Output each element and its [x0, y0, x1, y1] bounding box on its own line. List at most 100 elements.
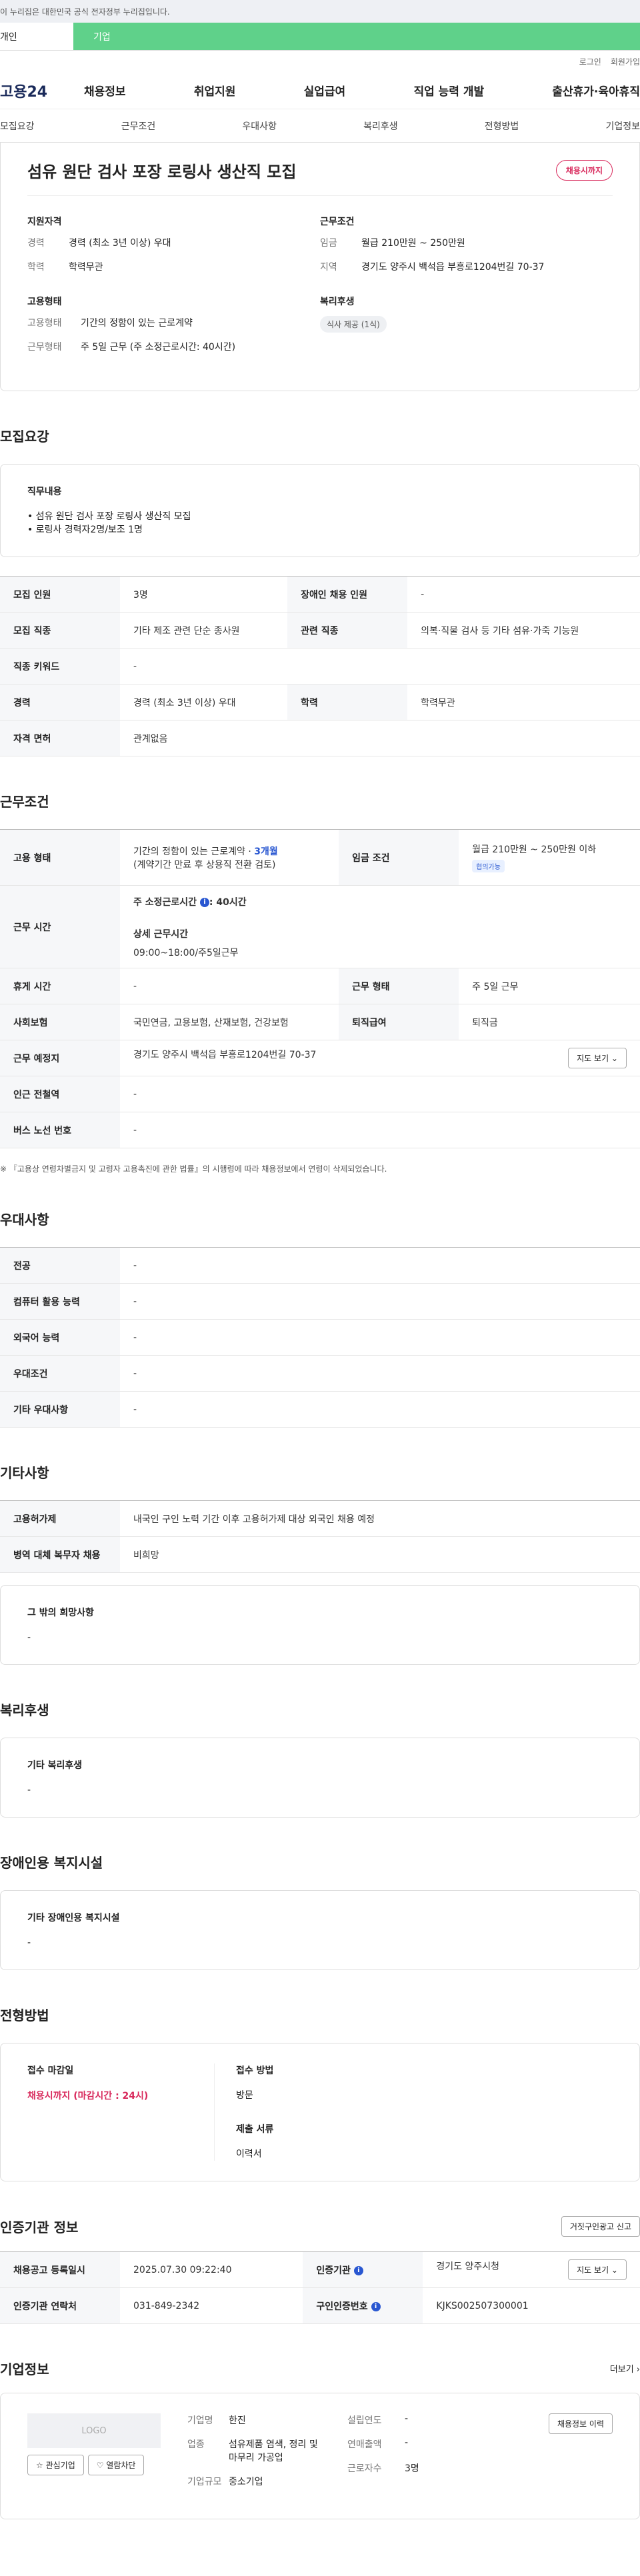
emptype-value: 기간의 정함이 있는 근로계약	[81, 318, 193, 329]
info-icon[interactable]: i	[353, 2265, 363, 2275]
info-icon[interactable]: i	[371, 2301, 381, 2311]
table-row: 전공 -	[0, 1247, 640, 1284]
cname-value: 한진	[229, 2415, 246, 2426]
career-row-value: 경력 (최소 3년 이상) 우대	[120, 684, 288, 720]
docs-title: 제출 서류	[236, 2124, 274, 2135]
docs-value: 이력서	[236, 2149, 262, 2159]
subway-label: 인근 전철역	[0, 1076, 120, 1112]
age-note: ※ 『고용상 연령차별금지 및 고령자 고용촉진에 관한 법률』의 시행령에 따…	[0, 1164, 387, 1174]
summary-row-2: 고용형태 고용형태 기간의 정함이 있는 근로계약 근무형태 주 5일 근무 (주 …	[27, 295, 613, 364]
major-value: -	[120, 1247, 640, 1284]
ind-label: 업종	[187, 2439, 205, 2450]
gnb-item-training[interactable]: 직업 능력 개발	[413, 82, 484, 99]
section-tabs: 모집요강 근무조건 우대사항 복리후생 전형방법 기업정보	[0, 109, 640, 143]
gnb-item-leave[interactable]: 출산휴가·육아휴직	[552, 82, 640, 99]
worktype-label: 근무형태	[27, 342, 62, 353]
ret-value: 퇴직금	[459, 1004, 640, 1040]
gnb-item-jobs[interactable]: 채용정보	[84, 82, 126, 99]
summary-header: 섬유 원단 검사 포장 로링사 생산직 모집 채용시까지	[27, 159, 613, 196]
army-label: 병역 대체 복무자 채용	[0, 1536, 120, 1573]
tel-value: 031-849-2342	[120, 2287, 303, 2324]
qual-group: 지원자격 경력 경력 (최소 3년 이상) 우대 학력 학력무관	[27, 215, 320, 284]
table-row: 고용 형태 기간의 정함이 있는 근로계약 · 3개월 (계약기간 만료 후 상…	[0, 829, 640, 886]
tab-company[interactable]: 기업	[73, 23, 640, 50]
place-text: 경기도 양주시 백석읍 부흥로1204번길 70-37	[133, 1050, 317, 1060]
deadline-badge: 채용시까지	[555, 160, 613, 181]
login-link[interactable]: 로그인	[579, 56, 601, 67]
gnb-item-benefit[interactable]: 실업급여	[304, 82, 346, 99]
work-table: 고용 형태 기간의 정함이 있는 근로계약 · 3개월 (계약기간 만료 후 상…	[0, 829, 640, 1148]
duty-title: 직무내용	[27, 487, 62, 497]
pref-cond-label: 우대조건	[0, 1355, 120, 1392]
major-label: 전공	[0, 1247, 120, 1284]
size-label: 기업규모	[187, 2477, 222, 2487]
emp-count-value: 3명	[405, 2463, 419, 2474]
tab-company-info[interactable]: 기업정보	[605, 119, 640, 133]
table-row: 모집 직종 기타 제조 관련 단순 종사원 관련 직종 의복·직물 검사 등 기타 …	[0, 612, 640, 648]
duty-box: 직무내용 • 섬유 원단 검사 포장 로링사 생산직 모집 • 로링사 경력자2…	[0, 464, 640, 557]
site-logo[interactable]: 고용24	[0, 80, 84, 101]
qual-title: 지원자격	[27, 217, 62, 227]
history-button[interactable]: 채용정보 이력	[548, 2413, 613, 2434]
tab-recruit[interactable]: 모집요강	[0, 119, 35, 133]
more-link[interactable]: 더보기 ›	[610, 2362, 640, 2375]
facility-box-value: -	[27, 1937, 31, 1948]
deadline-col: 접수 마감일 채용시까지 (마감시간 : 24시)	[27, 2063, 214, 2161]
year-value: -	[405, 2413, 409, 2424]
block-button[interactable]: ♡ 열람차단	[87, 2455, 145, 2475]
table-row: 모집 인원 3명 장애인 채용 인원 -	[0, 576, 640, 613]
loc-value: 경기도 양주시 백석읍 부흥로1204번길 70-37	[361, 262, 545, 273]
company-col-1: 기업명 한진 업종 섬유제품 염색, 정리 및 마무리 가공업 기업규모 중소기업	[187, 2413, 347, 2499]
tab-welfare[interactable]: 복리후생	[363, 119, 398, 133]
welfare-title: 복리후생	[320, 297, 355, 307]
size-value: 중소기업	[229, 2477, 263, 2487]
cert-map-button[interactable]: 지도 보기 ⌄	[568, 2259, 627, 2280]
table-row: 기타 우대사항 -	[0, 1391, 640, 1428]
gnb-item-support[interactable]: 취업지원	[194, 82, 236, 99]
signup-link[interactable]: 회원가입	[611, 56, 640, 67]
welfare-section-title: 복리후생	[0, 1702, 49, 1718]
table-row: 인증기관 연락처 031-849-2342 구인인증번호 i KJKS002507…	[0, 2287, 640, 2324]
time-detail-value: 09:00~18:00/주5일근무	[133, 947, 239, 958]
summary-card: 섬유 원단 검사 포장 로링사 생산직 모집 채용시까지 지원자격 경력 경력 (…	[0, 143, 640, 391]
tab-personal[interactable]: 개인	[0, 23, 73, 50]
kw-value: -	[120, 648, 640, 684]
deadline-value: 채용시까지 (마감시간 : 24시)	[27, 2091, 149, 2101]
fav-button[interactable]: ☆ 관심기업	[27, 2455, 84, 2475]
tab-pref[interactable]: 우대사항	[242, 119, 277, 133]
table-row: 자격 면허 관계없음	[0, 720, 640, 756]
license-value: 관계없음	[120, 720, 640, 756]
recruit-title: 모집요강	[0, 429, 49, 445]
map-button[interactable]: 지도 보기 ⌄	[568, 1048, 627, 1068]
cert-title: 인증기관 정보	[0, 2219, 79, 2235]
cert-table: 채용공고 등록일시 2025.07.30 09:22:40 인증기관 i 경기도 …	[0, 2251, 640, 2324]
career-value: 경력 (최소 3년 이상) 우대	[69, 238, 171, 249]
summary-row-1: 지원자격 경력 경력 (최소 3년 이상) 우대 학력 학력무관 근무조건 임금 월급…	[27, 215, 613, 284]
wage-label: 임금	[320, 238, 337, 249]
edu-row-label: 학력	[287, 684, 408, 720]
wage-cond-text: 월급 210만원 ~ 250만원 이하	[472, 844, 597, 855]
company-logo: LOGO	[27, 2413, 161, 2448]
time-label: 근무 시간	[0, 885, 120, 968]
edu-label: 학력	[27, 262, 45, 273]
org-label: 인증기관 i	[303, 2251, 423, 2288]
pref-title: 우대사항	[0, 1212, 49, 1228]
company-col-2: 설립연도 - 연매출액 - 근로자수 3명	[347, 2413, 501, 2499]
army-value: 비희망	[120, 1536, 640, 1573]
emp-value-1: 기간의 정함이 있는 근로계약 ·	[133, 846, 255, 857]
table-row: 근무 시간 주 소정근로시간 i: 40시간 상세 근무시간 09:00~18:…	[0, 885, 640, 968]
company-actions: ☆ 관심기업 ♡ 열람차단	[27, 2455, 187, 2475]
table-row: 인근 전철역 -	[0, 1076, 640, 1112]
gnb-menu: 채용정보 취업지원 실업급여 직업 능력 개발 출산휴가·육아휴직	[84, 82, 640, 99]
tab-screening[interactable]: 전형방법	[485, 119, 519, 133]
report-button[interactable]: 거짓구인광고 신고	[561, 2216, 640, 2237]
info-icon[interactable]: i	[199, 897, 209, 907]
deadline-title: 접수 마감일	[27, 2065, 74, 2076]
org-label-text: 인증기관	[316, 2265, 351, 2276]
edu-value: 학력무관	[69, 262, 103, 273]
ins-value: 국민연금, 고용보험, 산재보험, 건강보험	[120, 1004, 339, 1040]
edu-row-value: 학력무관	[407, 684, 640, 720]
tab-work[interactable]: 근무조건	[121, 119, 156, 133]
career-label: 경력	[27, 238, 45, 249]
emptype-label: 고용형태	[27, 318, 62, 329]
